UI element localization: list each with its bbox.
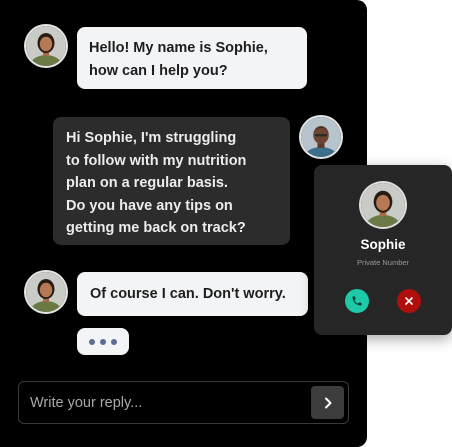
man-avatar-icon (301, 117, 341, 157)
message-line: getting me back on track? (66, 220, 246, 236)
message-line: Hello! My name is Sophie, (89, 40, 268, 56)
typing-dot (111, 338, 117, 345)
typing-dot (89, 338, 95, 345)
send-button[interactable] (311, 386, 344, 419)
reply-composer (18, 381, 349, 424)
decline-call-button[interactable] (397, 289, 421, 313)
phone-icon (352, 296, 362, 306)
incoming-call-card: Sophie Private Number (314, 165, 452, 335)
message-bubble-agent: Of course I can. Don't worry. (77, 272, 308, 316)
message-bubble-agent: Hello! My name is Sophie, how can I help… (77, 27, 307, 89)
ellipsis-icon (77, 328, 129, 355)
close-icon (405, 297, 413, 305)
message-line: to follow with my nutrition (66, 152, 247, 169)
message-line: how can I help you? (89, 62, 228, 79)
woman-avatar-icon (26, 272, 66, 312)
caller-subtitle: Private Number (356, 258, 410, 267)
message-bubble-user: Hi Sophie, I'm struggling to follow with… (53, 117, 290, 245)
message-line: Do you have any tips on (66, 197, 233, 214)
woman-avatar-icon (361, 183, 405, 227)
woman-avatar-icon (26, 26, 66, 66)
reply-input[interactable] (19, 382, 309, 423)
message-line: plan on a regular basis. (66, 175, 228, 191)
caller-name: Sophie (360, 237, 406, 252)
chevron-right-icon (324, 397, 331, 408)
message-line: Hi Sophie, I'm struggling (66, 130, 237, 146)
chat-panel: Hello! My name is Sophie, how can I help… (0, 0, 367, 447)
message-line: Of course I can. Don't worry. (90, 286, 286, 302)
typing-dot (100, 338, 106, 345)
accept-call-button[interactable] (345, 289, 369, 313)
